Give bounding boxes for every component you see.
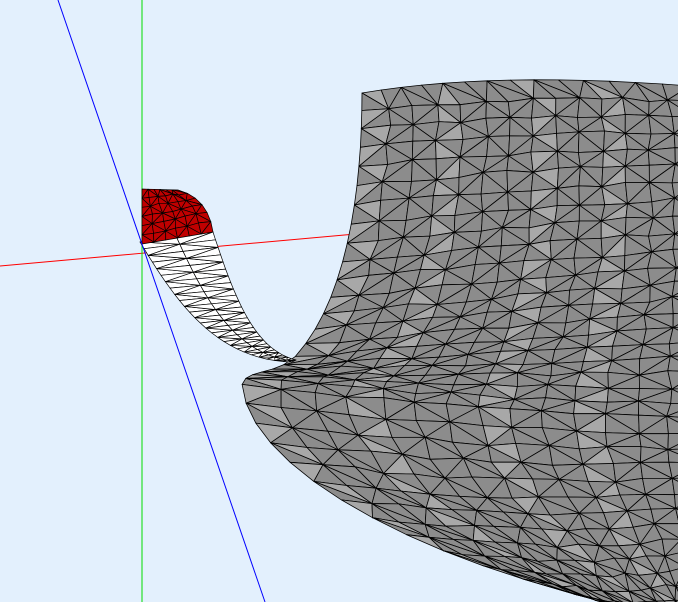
surface-triangle[interactable] xyxy=(673,133,678,149)
surface-triangle[interactable] xyxy=(671,296,678,315)
gray-surface-mesh[interactable] xyxy=(241,79,678,602)
surface-triangle[interactable] xyxy=(674,492,678,509)
white-backface-strip[interactable] xyxy=(139,231,297,363)
3d-viewport[interactable] xyxy=(0,0,678,602)
mesh-scene[interactable] xyxy=(0,0,678,602)
surface-triangle[interactable] xyxy=(670,388,678,404)
